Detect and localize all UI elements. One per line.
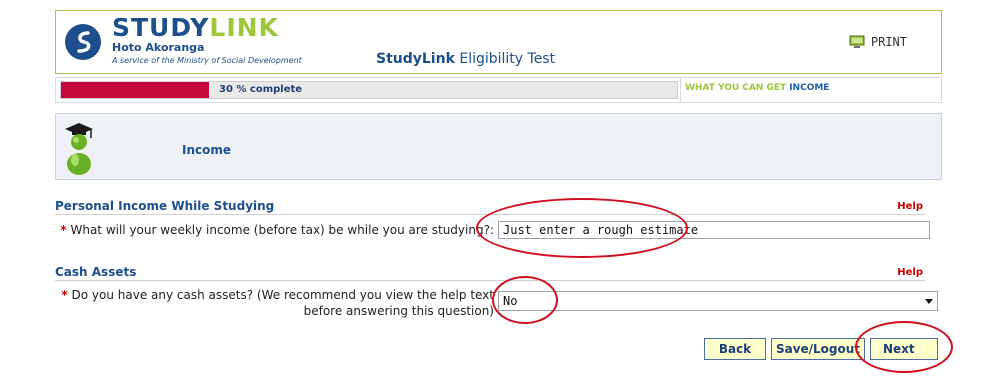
app-subtitle: Eligibility Test	[459, 51, 556, 67]
section-banner: Income	[55, 113, 942, 180]
next-button[interactable]: Next	[870, 338, 938, 360]
progress-bar-fill	[61, 82, 209, 98]
question-weekly-income-text: What will your weekly income (before tax…	[70, 223, 494, 237]
weekly-income-input[interactable]: Just enter a rough estimate	[498, 221, 930, 239]
logo-subtitle: Hoto Akoranga	[112, 41, 205, 54]
monitor-icon	[849, 35, 865, 48]
section-header-cash-assets: Cash Assets Help	[55, 265, 925, 281]
progress-breadcrumb: WHAT YOU CAN GET INCOME	[680, 78, 939, 102]
back-button[interactable]: Back	[704, 338, 766, 360]
section-title: Income	[182, 143, 232, 157]
logo-word-study: STUDY	[112, 13, 210, 42]
progress-bar: 30 % complete	[60, 81, 678, 99]
studylink-logo-icon	[65, 24, 101, 60]
help-link-personal-income[interactable]: Help	[897, 201, 923, 212]
progress-row: 30 % complete WHAT YOU CAN GET INCOME	[55, 77, 942, 103]
section-header-personal-income: Personal Income While Studying Help	[55, 199, 925, 215]
progress-label: 30 % complete	[219, 84, 303, 95]
logo-tagline: A service of the Ministry of Social Deve…	[112, 56, 302, 65]
cash-assets-selected-value: No	[503, 294, 518, 308]
cash-assets-select[interactable]: No	[498, 291, 938, 311]
question-weekly-income: * What will your weekly income (before t…	[60, 222, 494, 238]
required-marker: *	[60, 223, 67, 237]
graduate-icon	[65, 123, 93, 175]
stage-label: WHAT YOU CAN GET	[685, 83, 787, 93]
print-button[interactable]: PRINT	[849, 35, 907, 49]
studylink-logo[interactable]: STUDYLINK Hoto Akoranga A service of the…	[64, 13, 304, 69]
section-title-personal-income: Personal Income While Studying	[55, 199, 275, 213]
section-title-cash-assets: Cash Assets	[55, 265, 137, 279]
app-name: StudyLink	[376, 51, 455, 67]
site-header: STUDYLINK Hoto Akoranga A service of the…	[55, 10, 942, 74]
save-logout-button[interactable]: Save/Logout	[771, 338, 865, 360]
question-cash-assets: * Do you have any cash assets? (We recom…	[60, 287, 494, 319]
page-title: StudyLink Eligibility Test	[376, 51, 555, 67]
chevron-down-icon	[925, 299, 933, 304]
question-cash-assets-line-2: before answering this question)	[303, 304, 494, 318]
current-step: INCOME	[789, 83, 830, 93]
required-marker: *	[61, 288, 68, 302]
question-cash-assets-line-1: Do you have any cash assets? (We recomme…	[71, 288, 494, 302]
logo-wordmark: STUDYLINK	[112, 13, 279, 43]
logo-word-link: LINK	[209, 13, 279, 42]
print-label: PRINT	[870, 35, 907, 49]
help-link-cash-assets[interactable]: Help	[897, 267, 923, 278]
